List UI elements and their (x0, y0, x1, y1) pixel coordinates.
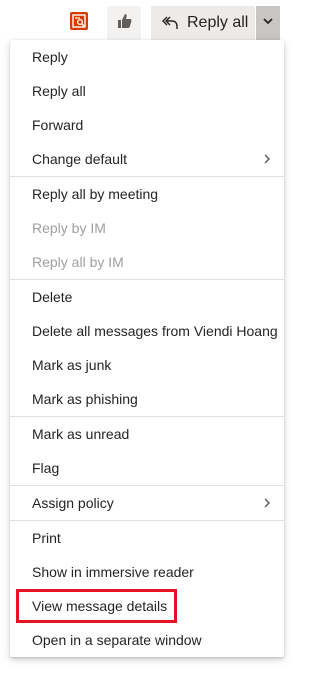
menu-item-mark-as-phishing[interactable]: Mark as phishing (10, 382, 284, 416)
menu-item-label: Reply all by IM (32, 254, 124, 270)
menu-group-reply: Reply Reply all Forward Change default (10, 40, 284, 177)
menu-item-label: Mark as junk (32, 357, 112, 373)
chevron-right-icon (264, 154, 271, 164)
thumbs-up-icon (115, 12, 133, 35)
menu-item-flag[interactable]: Flag (10, 451, 284, 485)
menu-item-label: Open in a separate window (32, 632, 202, 648)
menu-item-forward[interactable]: Forward (10, 108, 284, 142)
menu-item-change-default[interactable]: Change default (10, 142, 284, 176)
menu-item-view-message-details[interactable]: View message details (10, 589, 284, 623)
menu-item-label: View message details (32, 598, 168, 614)
menu-item-reply[interactable]: Reply (10, 40, 284, 74)
reply-all-label: Reply all (187, 14, 249, 31)
chevron-right-icon (264, 498, 271, 508)
menu-item-delete[interactable]: Delete (10, 280, 284, 314)
reply-all-button[interactable]: Reply all (151, 6, 255, 40)
menu-item-label: Flag (32, 460, 60, 476)
chevron-down-icon (262, 14, 274, 32)
menu-item-delete-all-from-sender[interactable]: Delete all messages from Viendi Hoang (10, 314, 284, 348)
message-toolbar: Reply all (0, 0, 299, 40)
menu-item-label: Reply (32, 49, 68, 65)
menu-group-delete: Delete Delete all messages from Viendi H… (10, 280, 284, 417)
menu-item-mark-as-junk[interactable]: Mark as junk (10, 348, 284, 382)
menu-item-reply-by-im: Reply by IM (10, 211, 284, 245)
menu-item-reply-all-by-im: Reply all by IM (10, 245, 284, 279)
like-button[interactable] (107, 6, 141, 40)
reply-options-menu: Reply Reply all Forward Change default R… (10, 40, 284, 657)
menu-group-meeting-im: Reply all by meeting Reply by IM Reply a… (10, 177, 284, 280)
immersive-reader-icon[interactable] (69, 11, 89, 31)
reply-all-arrow-icon (161, 14, 179, 32)
menu-item-label: Reply all (32, 83, 86, 99)
menu-item-label: Reply by IM (32, 220, 106, 236)
menu-item-label: Delete all messages from Viendi Hoang (32, 323, 278, 339)
menu-item-label: Print (32, 530, 61, 546)
menu-group-view: Print Show in immersive reader View mess… (10, 521, 284, 657)
menu-item-reply-all-by-meeting[interactable]: Reply all by meeting (10, 177, 284, 211)
menu-group-policy: Assign policy (10, 486, 284, 521)
menu-item-label: Mark as phishing (32, 391, 138, 407)
menu-item-show-in-immersive-reader[interactable]: Show in immersive reader (10, 555, 284, 589)
menu-item-label: Assign policy (32, 495, 114, 511)
menu-group-status: Mark as unread Flag (10, 417, 284, 486)
menu-item-open-in-separate-window[interactable]: Open in a separate window (10, 623, 284, 657)
menu-item-reply-all[interactable]: Reply all (10, 74, 284, 108)
menu-item-label: Reply all by meeting (32, 186, 159, 202)
menu-item-label: Delete (32, 289, 73, 305)
menu-item-assign-policy[interactable]: Assign policy (10, 486, 284, 520)
menu-item-label: Show in immersive reader (32, 564, 194, 580)
menu-item-label: Forward (32, 117, 84, 133)
reply-options-dropdown[interactable] (256, 6, 280, 40)
menu-item-label: Mark as unread (32, 426, 130, 442)
menu-item-label: Change default (32, 151, 127, 167)
menu-item-print[interactable]: Print (10, 521, 284, 555)
menu-item-mark-as-unread[interactable]: Mark as unread (10, 417, 284, 451)
